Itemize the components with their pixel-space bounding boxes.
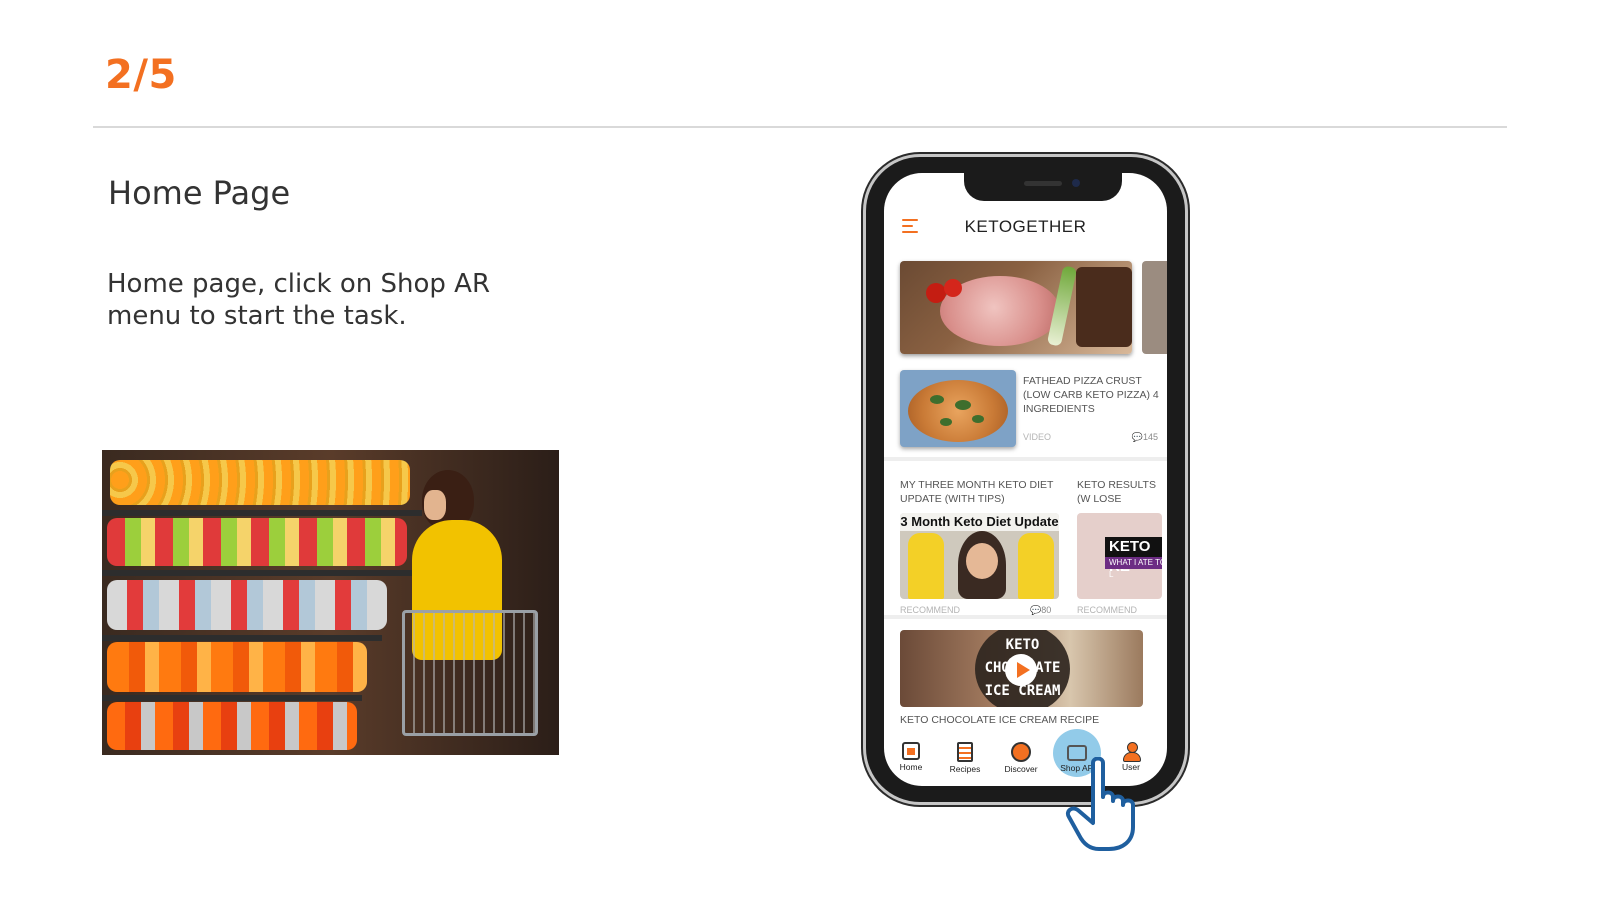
featured-video-title: FATHEAD PIZZA CRUST (LOW CARB KETO PIZZA… [1023, 375, 1159, 415]
phone-notch [964, 173, 1122, 201]
tab-discover[interactable]: Discover [994, 736, 1048, 782]
step-counter: 2/5 [105, 52, 177, 98]
slide-heading: Home Page [108, 174, 291, 212]
home-icon [902, 742, 920, 760]
video-thumbnail[interactable]: 3 Month Keto Diet Update [900, 513, 1059, 599]
hand-pointer-icon [1066, 757, 1135, 851]
hero-banner-image[interactable] [900, 261, 1132, 354]
recipe-title: KETO CHOCOLATE ICE CREAM RECIPE [900, 714, 1100, 726]
slide-description: Home page, click on Shop AR menu to star… [107, 269, 491, 331]
video-thumbnail[interactable]: KETO RE WHAT I ATE TO L [1077, 513, 1162, 599]
comment-icon: 💬 [1030, 605, 1042, 615]
tab-recipes[interactable]: Recipes [938, 736, 992, 782]
discover-icon [1011, 742, 1031, 762]
recommend-tag: RECOMMEND [1077, 605, 1137, 615]
video-title: MY THREE MONTH KETO DIET UPDATE (WITH TI… [900, 479, 1054, 505]
shopping-cart [402, 610, 538, 736]
grocery-store-photo [102, 450, 559, 755]
video-title: KETO RESULTS (W LOSE WEIGHT) [1077, 479, 1156, 508]
video-card-2[interactable]: KETO RESULTS (W LOSE WEIGHT) KETO RE WHA… [1077, 478, 1167, 615]
comment-icon: 💬 [1131, 432, 1143, 442]
pizza-thumbnail [900, 370, 1016, 447]
section-divider [884, 457, 1167, 461]
comment-count: 💬145 [1131, 432, 1158, 442]
app-title: KETOGETHER [964, 217, 1087, 236]
header-divider [93, 126, 1507, 128]
featured-video-card[interactable]: FATHEAD PIZZA CRUST (LOW CARB KETO PIZZA… [900, 370, 1160, 450]
recipes-icon [957, 742, 973, 762]
video-card-1[interactable]: MY THREE MONTH KETO DIET UPDATE (WITH TI… [900, 478, 1060, 615]
app-header: KETOGETHER [884, 207, 1167, 247]
phone-mockup: KETOGETHER FATHEAD PIZZA CRUST (LOW CARB… [866, 157, 1185, 802]
section-divider [884, 615, 1167, 619]
hero-next-slide[interactable] [1142, 261, 1167, 354]
play-icon[interactable] [1005, 654, 1037, 686]
recommend-tag: RECOMMEND [900, 605, 960, 615]
phone-screen: KETOGETHER FATHEAD PIZZA CRUST (LOW CARB… [884, 173, 1167, 786]
recipe-video-thumbnail[interactable]: KETO CHOCOLATE ICE CREAM [900, 630, 1143, 707]
tab-home[interactable]: Home [884, 736, 938, 782]
video-type-label: VIDEO [1023, 432, 1052, 442]
featured-video-meta: VIDEO 💬145 [1023, 432, 1158, 442]
